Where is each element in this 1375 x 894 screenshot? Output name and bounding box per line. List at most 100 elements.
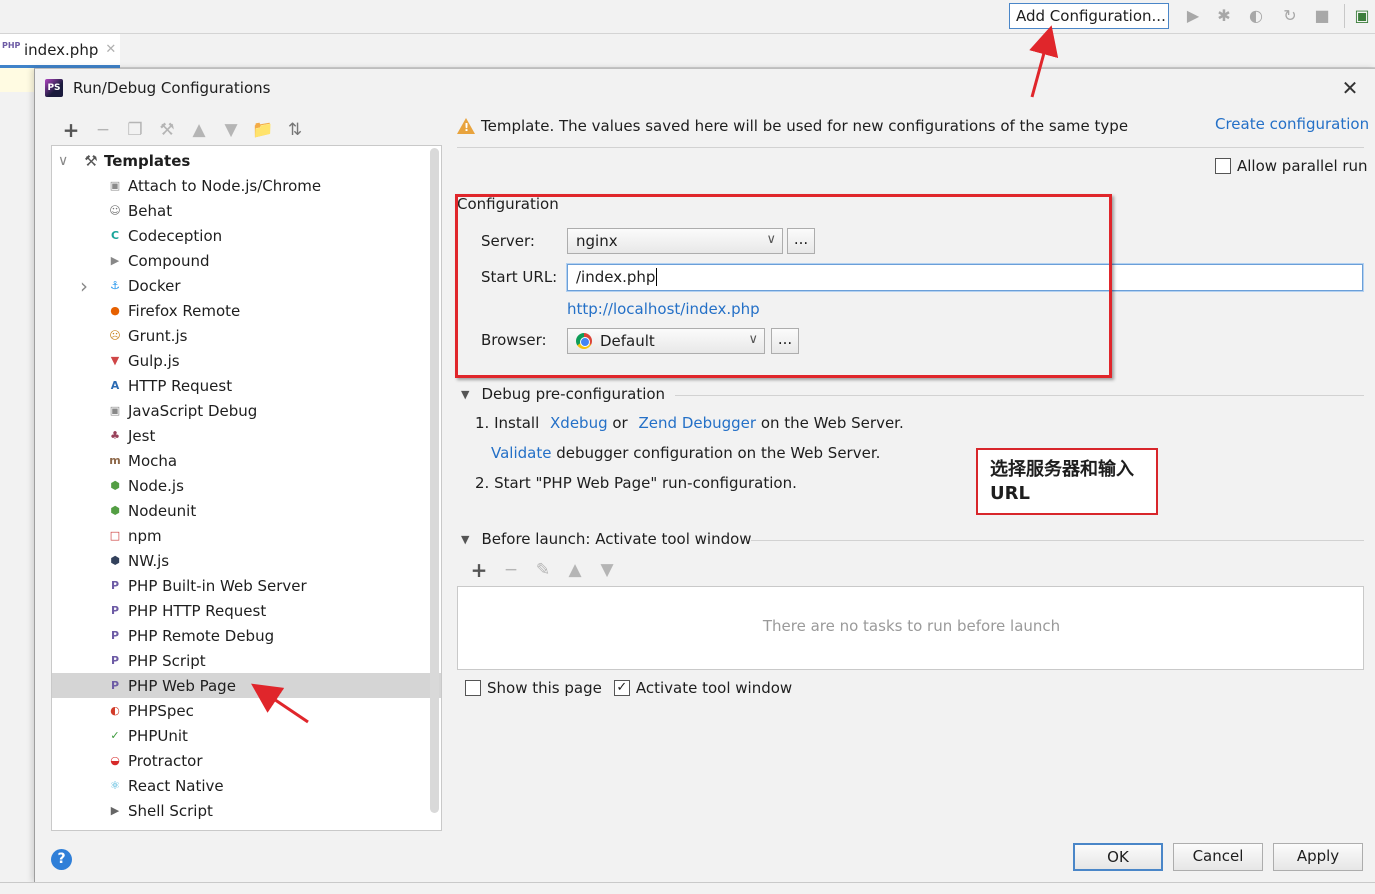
checkbox-unchecked[interactable]	[1215, 158, 1231, 174]
validate-suffix: debugger configuration on the Web Server…	[556, 444, 881, 462]
tree-item[interactable]: ▼ Gulp.js	[52, 348, 430, 373]
folder-icon[interactable]: 📁	[247, 120, 279, 140]
tree-item-label: Codeception	[128, 226, 223, 245]
tree-item[interactable]: X XSLT	[52, 823, 430, 831]
tree-scrollbar[interactable]	[430, 148, 439, 813]
add-icon[interactable]: +	[463, 558, 495, 582]
tree-item-label: NW.js	[128, 551, 170, 570]
tree-item[interactable]: ⬢ Nodeunit	[52, 498, 430, 523]
configurations-tree[interactable]: ∨ ⚒ Templates ▣ Attach to Node.js/Chrome ☺…	[51, 145, 442, 831]
tree-item[interactable]: A HTTP Request	[52, 373, 430, 398]
debug-step-1: 1. Install Xdebug or Zend Debugger on th…	[475, 414, 904, 432]
sort-icon[interactable]: ⇅	[279, 120, 311, 140]
tree-item[interactable]: ◐ PHPSpec	[52, 698, 430, 723]
tree-item[interactable]: m Mocha	[52, 448, 430, 473]
tree-item[interactable]: › ⚓ Docker	[52, 273, 430, 298]
tree-item[interactable]: ☹ Grunt.js	[52, 323, 430, 348]
remove-icon[interactable]: −	[87, 120, 119, 140]
copy-icon[interactable]: ❐	[119, 120, 151, 140]
tree-item[interactable]: ▶ Compound	[52, 248, 430, 273]
tree-item[interactable]: ⚛ React Native	[52, 773, 430, 798]
zend-debugger-link[interactable]: Zend Debugger	[639, 414, 757, 432]
show-this-page-checkbox[interactable]	[465, 680, 481, 696]
play-icon[interactable]: ▶	[1183, 6, 1203, 26]
edit-icon[interactable]: ✎	[527, 560, 559, 580]
protractor-icon: ◒	[110, 753, 120, 767]
apply-button[interactable]: Apply	[1273, 843, 1363, 871]
tree-item[interactable]: ◒ Protractor	[52, 748, 430, 773]
move-up-icon[interactable]: ▲	[183, 120, 215, 140]
before-launch-tasks-list[interactable]: There are no tasks to run before launch	[457, 586, 1364, 670]
step1-suffix: on the Web Server.	[760, 414, 904, 432]
wrench-icon[interactable]: ⚒	[151, 120, 183, 140]
terminal-icon[interactable]: ▣	[1352, 6, 1372, 26]
ok-button[interactable]: OK	[1073, 843, 1163, 871]
xdebug-link[interactable]: Xdebug	[550, 414, 608, 432]
chevron-right-icon[interactable]: ›	[80, 274, 88, 298]
remove-icon[interactable]: −	[495, 560, 527, 580]
toolbar-separator	[1344, 4, 1345, 28]
tree-item[interactable]: P PHP Script	[52, 648, 430, 673]
move-down-icon[interactable]: ▼	[591, 560, 623, 580]
php-file-icon: PHP	[2, 40, 21, 50]
tree-item-label: Mocha	[128, 451, 178, 470]
tree-item-label: npm	[128, 526, 162, 545]
create-configuration-link[interactable]: Create configuration	[1215, 115, 1369, 133]
add-icon[interactable]: +	[55, 118, 87, 142]
tree-item[interactable]: ⬢ NW.js	[52, 548, 430, 573]
stop-icon[interactable]: ■	[1312, 6, 1332, 26]
tree-item-label: Behat	[128, 201, 173, 220]
tree-item[interactable]: P PHP HTTP Request	[52, 598, 430, 623]
move-down-icon[interactable]: ▼	[215, 120, 247, 140]
tree-item[interactable]: ☺ Behat	[52, 198, 430, 223]
debug-step-2: 2. Start "PHP Web Page" run-configuratio…	[475, 474, 797, 492]
cancel-button[interactable]: Cancel	[1173, 843, 1263, 871]
tree-item-label: React Native	[128, 776, 224, 795]
tree-item-label: PHP Built-in Web Server	[128, 576, 307, 595]
debug-icon[interactable]: ✱	[1214, 6, 1234, 26]
triangle-down-icon: ▼	[461, 532, 470, 546]
coverage-icon[interactable]: ◐	[1246, 6, 1266, 26]
php-remote-debug-icon: P	[110, 628, 120, 642]
editor-gutter	[0, 68, 34, 894]
tree-item[interactable]: P PHP Web Page	[52, 673, 441, 698]
tree-item-label: Grunt.js	[128, 326, 188, 345]
tree-item[interactable]: C Codeception	[52, 223, 430, 248]
debug-pre-configuration-header[interactable]: ▼ Debug pre-configuration	[461, 385, 665, 403]
tree-item[interactable]: ✓ PHPUnit	[52, 723, 430, 748]
tree-item[interactable]: P PHP Remote Debug	[52, 623, 430, 648]
tree-item[interactable]: ● Firefox Remote	[52, 298, 430, 323]
warning-text: Template. The values saved here will be …	[481, 117, 1129, 135]
file-tab-index-php[interactable]: PHP index.php ✕	[0, 34, 120, 68]
run-debug-configurations-dialog: PS Run/Debug Configurations ✕ + − ❐ ⚒ ▲ …	[34, 68, 1375, 882]
activate-tool-window-label: Activate tool window	[635, 679, 793, 697]
tree-item-label: PHP Remote Debug	[128, 626, 275, 645]
add-configuration-button[interactable]: Add Configuration...	[1009, 3, 1169, 29]
close-icon[interactable]: ✕	[1339, 77, 1361, 99]
php-script-icon: P	[110, 653, 120, 667]
tree-item[interactable]: ♣ Jest	[52, 423, 430, 448]
move-up-icon[interactable]: ▲	[559, 560, 591, 580]
allow-parallel-run-checkbox[interactable]: Allow parallel run	[1215, 157, 1368, 175]
validate-link[interactable]: Validate	[491, 444, 551, 462]
tree-item[interactable]: ▶ Shell Script	[52, 798, 430, 823]
activate-tool-window-checkbox[interactable]: ✓	[613, 680, 630, 696]
help-icon[interactable]: ?	[51, 849, 72, 870]
gulp-icon: ▼	[110, 353, 120, 367]
validate-line: Validate debugger configuration on the W…	[491, 444, 880, 462]
tree-item[interactable]: □ npm	[52, 523, 430, 548]
tree-item-label: PHP Web Page	[128, 676, 236, 695]
tree-item[interactable]: ▣ Attach to Node.js/Chrome	[52, 173, 430, 198]
close-icon[interactable]: ✕	[105, 42, 116, 57]
tree-item-label: Shell Script	[128, 801, 213, 820]
profile-icon[interactable]: ↻	[1280, 6, 1300, 26]
tree-root-label: Templates	[104, 151, 191, 170]
tree-item-label: HTTP Request	[128, 376, 233, 395]
tree-root-templates[interactable]: ∨ ⚒ Templates	[52, 148, 430, 173]
tree-item[interactable]: ▣ JavaScript Debug	[52, 398, 430, 423]
tree-item[interactable]: P PHP Built-in Web Server	[52, 573, 430, 598]
editor-tab-bar: PHP index.php ✕	[0, 34, 1375, 68]
tree-item[interactable]: ⬢ Node.js	[52, 473, 430, 498]
before-launch-header[interactable]: ▼ Before launch: Activate tool window	[461, 530, 752, 548]
chevron-down-icon[interactable]: ∨	[58, 153, 68, 169]
